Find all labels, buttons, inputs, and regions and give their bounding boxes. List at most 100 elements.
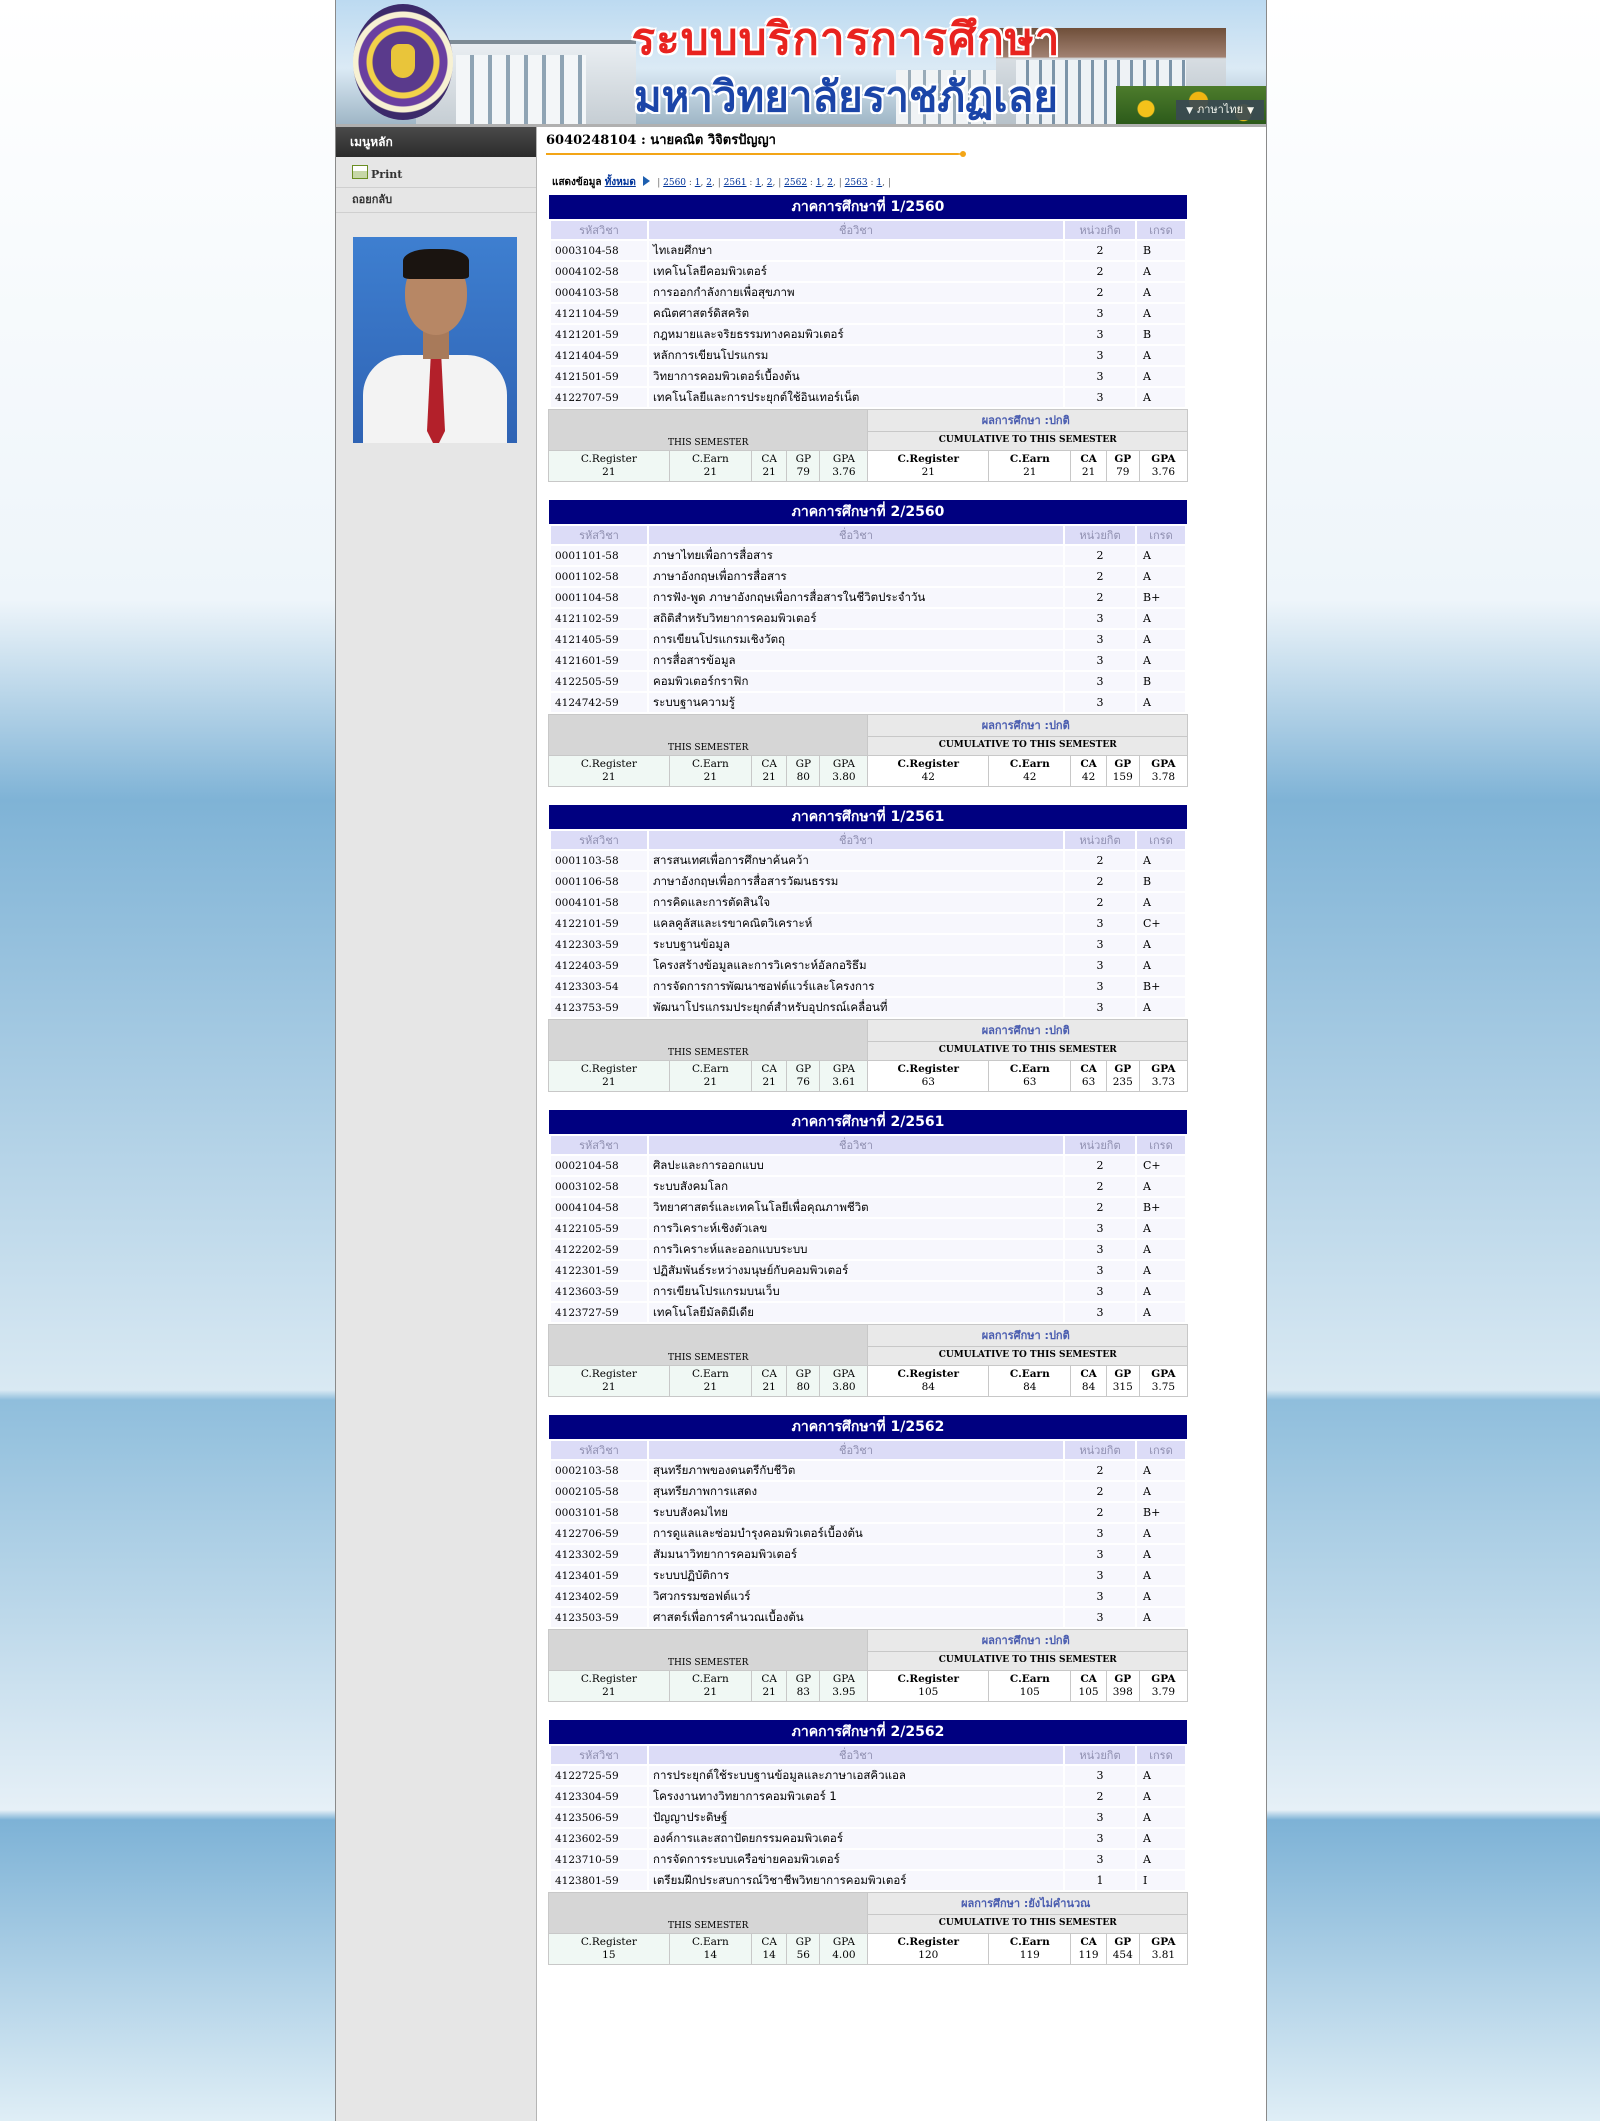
course-name: วิทยาศาสตร์และเทคโนโลยีเพื่อคุณภาพชีวิต xyxy=(649,1198,1063,1217)
course-name: การประยุกต์ใช้ระบบฐานข้อมูลและภาษาเอสคิว… xyxy=(649,1766,1063,1785)
course-credits: 3 xyxy=(1065,1850,1135,1869)
filter-all-link[interactable]: ทั้งหมด xyxy=(605,177,636,188)
year-link[interactable]: 2560 xyxy=(663,178,686,188)
course-grade: A xyxy=(1137,1808,1185,1827)
column-header-grade: เกรด xyxy=(1137,1746,1185,1764)
stat-value: 21 xyxy=(602,1381,616,1393)
course-grade: A xyxy=(1137,304,1185,323)
course-credits: 2 xyxy=(1065,588,1135,607)
stat-label: C.Register xyxy=(897,1936,960,1948)
table-row: 4123603-59 การเขียนโปรแกรมบนเว็บ 3 A xyxy=(551,1282,1185,1301)
course-credits: 2 xyxy=(1065,241,1135,260)
term-gpa: GPA 3.80 xyxy=(819,1365,869,1397)
course-name: เทคโนโลยีมัลติมีเดีย xyxy=(649,1303,1063,1322)
course-credits: 3 xyxy=(1065,630,1135,649)
term-ca: CA 21 xyxy=(750,450,788,482)
course-name: ระบบปฏิบัติการ xyxy=(649,1566,1063,1585)
cumulative-heading: CUMULATIVE TO THIS SEMESTER xyxy=(867,1913,1188,1935)
year-link[interactable]: 2562 xyxy=(784,178,807,188)
course-table: รหัสวิชา ชื่อวิชา หน่วยกิต เกรด 0002103-58 สุ… xyxy=(549,1439,1187,1629)
sidebar-item-print[interactable]: Print xyxy=(336,163,536,188)
cumulative-heading: CUMULATIVE TO THIS SEMESTER xyxy=(867,1650,1188,1672)
course-grade: A xyxy=(1137,651,1185,670)
result-value: ปกติ xyxy=(1048,718,1070,732)
term-c-earn: C.Earn 21 xyxy=(668,1365,753,1397)
course-grade: A xyxy=(1137,1303,1185,1322)
course-name: หลักการเขียนโปรแกรม xyxy=(649,346,1063,365)
stat-value: 159 xyxy=(1112,771,1133,783)
course-grade: A xyxy=(1137,1177,1185,1196)
cumulative-gpa: GPA 3.81 xyxy=(1138,1933,1189,1965)
course-credits: 2 xyxy=(1065,1177,1135,1196)
course-credits: 3 xyxy=(1065,914,1135,933)
course-grade: A xyxy=(1137,567,1185,586)
cumulative-c-register: C.Register 120 xyxy=(867,1933,990,1965)
table-row: 4123302-59 สัมมนาวิทยาการคอมพิวเตอร์ 3 A xyxy=(551,1545,1185,1564)
language-label: ภาษาไทย xyxy=(1196,103,1244,116)
result-status: ผลการศึกษา :ปกติ xyxy=(867,714,1188,737)
building-windows-left xyxy=(456,55,586,124)
language-selector[interactable]: ▼ ภาษาไทย ▼ xyxy=(1176,100,1264,120)
stat-label: C.Earn xyxy=(692,758,729,770)
stat-label: C.Earn xyxy=(692,453,729,465)
course-grade: A xyxy=(1137,956,1185,975)
course-grade: A xyxy=(1137,851,1185,870)
stat-value: 79 xyxy=(1116,466,1130,478)
course-credits: 2 xyxy=(1065,1482,1135,1501)
course-code: 4122707-59 xyxy=(551,388,647,407)
course-name: สุนทรียภาพของดนตรีกับชีวิต xyxy=(649,1461,1063,1480)
course-name: ระบบฐานข้อมูล xyxy=(649,935,1063,954)
term-gpa: GPA 3.61 xyxy=(819,1060,869,1092)
logo-emblem xyxy=(391,44,415,78)
result-label: ผลการศึกษา : xyxy=(961,1896,1029,1910)
cumulative-gpa: GPA 3.79 xyxy=(1138,1670,1189,1702)
stat-label: CA xyxy=(761,1368,777,1380)
stat-label: C.Earn xyxy=(1009,758,1050,770)
course-grade: A xyxy=(1137,283,1185,302)
stat-label: C.Earn xyxy=(1009,453,1050,465)
result-label: ผลการศึกษา : xyxy=(981,1023,1049,1037)
course-grade: B xyxy=(1137,672,1185,691)
course-name: การเขียนโปรแกรมบนเว็บ xyxy=(649,1282,1063,1301)
stat-label: C.Register xyxy=(897,1063,960,1075)
semester-summary: THIS SEMESTER ผลการศึกษา :ปกติ CUMULATIVE … xyxy=(547,409,1189,482)
semester-block: ภาคการศึกษาที่ 1/2561 รหัสวิชา ชื่อวิชา หน่… xyxy=(547,805,1189,1092)
column-header-code: รหัสวิชา xyxy=(551,1136,647,1154)
term-gpa: GPA 3.95 xyxy=(819,1670,869,1702)
summary-result-row: THIS SEMESTER ผลการศึกษา :ปกติ xyxy=(547,409,1188,451)
course-code: 4122303-59 xyxy=(551,935,647,954)
term-c-register: C.Register 21 xyxy=(548,1060,670,1092)
chevron-down-icon: ▼ xyxy=(1186,106,1193,116)
cumulative-c-earn: C.Earn 42 xyxy=(988,755,1072,787)
year-link[interactable]: 2561 xyxy=(724,178,747,188)
column-header-name: ชื่อวิชา xyxy=(649,221,1063,239)
result-status: ผลการศึกษา :ยังไม่คำนวณ xyxy=(867,1892,1188,1915)
column-header-grade: เกรด xyxy=(1137,1136,1185,1154)
stat-label: C.Register xyxy=(580,1368,637,1380)
university-logo xyxy=(353,4,453,120)
table-row: 0001102-58 ภาษาอังกฤษเพื่อการสื่อสาร 2 A xyxy=(551,567,1185,586)
course-grade: A xyxy=(1137,1787,1185,1806)
summary-values-row: C.Register 21 C.Earn 21 CA 21 GP 80 GPA 3.80 C.Reg… xyxy=(548,755,1189,787)
stat-value: 56 xyxy=(796,1949,810,1961)
this-semester-heading: THIS SEMESTER xyxy=(547,1892,869,1934)
stat-value: 84 xyxy=(1023,1381,1037,1393)
course-grade: A xyxy=(1137,1829,1185,1848)
course-credits: 3 xyxy=(1065,672,1135,691)
table-row: 4121404-59 หลักการเขียนโปรแกรม 3 A xyxy=(551,346,1185,365)
stat-label: GP xyxy=(795,1673,812,1685)
course-grade: A xyxy=(1137,935,1185,954)
course-credits: 3 xyxy=(1065,346,1135,365)
semester-title: ภาคการศึกษาที่ 2/2562 xyxy=(549,1720,1187,1744)
semester-block: ภาคการศึกษาที่ 2/2562 รหัสวิชา ชื่อวิชา หน่… xyxy=(547,1720,1189,1965)
cumulative-gp: GP 454 xyxy=(1105,1933,1140,1965)
sidebar-item-back[interactable]: ถอยกลับ xyxy=(336,188,536,213)
course-table: รหัสวิชา ชื่อวิชา หน่วยกิต เกรด 0001103-58 สา… xyxy=(549,829,1187,1019)
course-credits: 3 xyxy=(1065,1808,1135,1827)
course-name: กฎหมายและจริยธรรมทางคอมพิวเตอร์ xyxy=(649,325,1063,344)
course-credits: 3 xyxy=(1065,367,1135,386)
stat-label: GPA xyxy=(832,1936,855,1948)
year-link[interactable]: 2563 xyxy=(845,178,868,188)
course-name: ไทเลยศึกษา xyxy=(649,241,1063,260)
stat-value: 454 xyxy=(1112,1949,1133,1961)
